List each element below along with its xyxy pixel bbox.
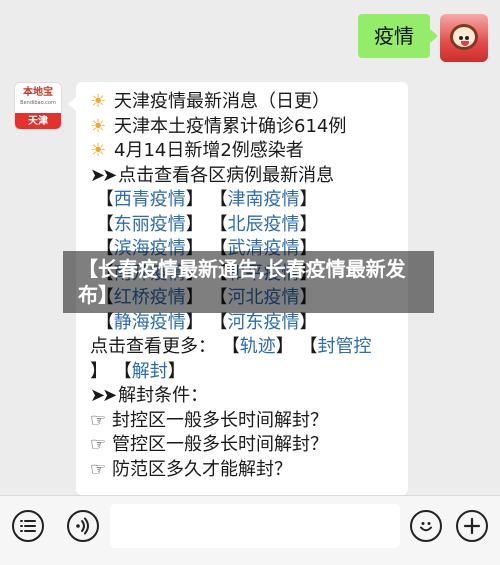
user-avatar[interactable] (440, 14, 488, 62)
district-link[interactable]: 北辰疫情 (227, 214, 299, 235)
voice-icon[interactable] (67, 510, 99, 542)
headline-line[interactable]: ☀ 4月14日新增2例感染者 (90, 139, 408, 164)
emoji-icon[interactable] (410, 510, 442, 542)
sun-icon: ☀ (90, 91, 107, 112)
more-link[interactable]: 封管控 (317, 336, 371, 357)
outgoing-message-row: 疫情 (358, 14, 488, 62)
double-arrow-icon: ➤➤ (90, 385, 117, 406)
district-link[interactable]: 东丽疫情 (114, 214, 186, 235)
district-row: 【西青疫情】 【津南疫情】 (95, 189, 318, 210)
district-link[interactable]: 河东疫情 (227, 312, 299, 333)
more-link[interactable]: 解封 (132, 361, 168, 382)
pointing-hand-icon: ☞ (90, 434, 107, 455)
districts-prompt-line: ➤➤ 点击查看各区病例最新消息 (90, 164, 408, 189)
logo-brand-text: 本地宝 (23, 87, 53, 98)
sun-icon: ☀ (90, 140, 107, 161)
outgoing-message-text: 疫情 (374, 24, 414, 48)
condition-line[interactable]: ☞ 封控区一般多长时间解封？ (90, 409, 408, 434)
headline-line[interactable]: ☀ 天津本土疫情累计确诊614例 (90, 115, 408, 140)
bendibao-avatar[interactable]: 本地宝 Bendibao.com 天津 (14, 82, 62, 130)
district-row: 【静海疫情】 【河东疫情】 (95, 311, 318, 333)
double-arrow-icon: ➤➤ (90, 164, 117, 186)
district-link[interactable]: 津南疫情 (227, 189, 299, 210)
plus-icon[interactable] (456, 510, 488, 542)
watermark-banner-text: 【长春疫情最新通告,长春疫情最新发布】 (78, 257, 406, 307)
chat-input-bar (0, 495, 500, 565)
condition-line[interactable]: ☞ 管控区一般多长时间解封？ (90, 433, 408, 458)
logo-city-text: 天津 (15, 113, 61, 129)
condition-line[interactable]: ☞ 防范区多久才能解封？ (90, 458, 408, 483)
district-link[interactable]: 西青疫情 (114, 189, 186, 210)
more-line: 点击查看更多： 【轨迹】 【封管控 (90, 336, 372, 357)
pointing-hand-icon: ☞ (90, 409, 107, 431)
headline-line[interactable]: ☀ 天津疫情最新消息（日更） (90, 90, 408, 115)
chat-area: 疫情 本地宝 Bendibao.com 天津 ☀ 天津疫情最新消息（日更） ☀ 天津… (0, 0, 500, 495)
menu-icon[interactable] (12, 510, 44, 542)
more-link[interactable]: 轨迹 (240, 336, 276, 357)
outgoing-message-bubble[interactable]: 疫情 (358, 14, 438, 58)
district-link[interactable]: 静海疫情 (114, 312, 186, 333)
district-row: 【东丽疫情】 【北辰疫情】 (95, 213, 318, 235)
logo-site-text: Bendibao.com (20, 100, 56, 106)
more-line-cont: 】 【解封】 (90, 360, 186, 382)
conditions-title-line: ➤➤ 解封条件： (90, 384, 408, 409)
pointing-hand-icon: ☞ (90, 458, 107, 480)
message-input[interactable] (110, 504, 400, 548)
sun-icon: ☀ (90, 115, 107, 137)
